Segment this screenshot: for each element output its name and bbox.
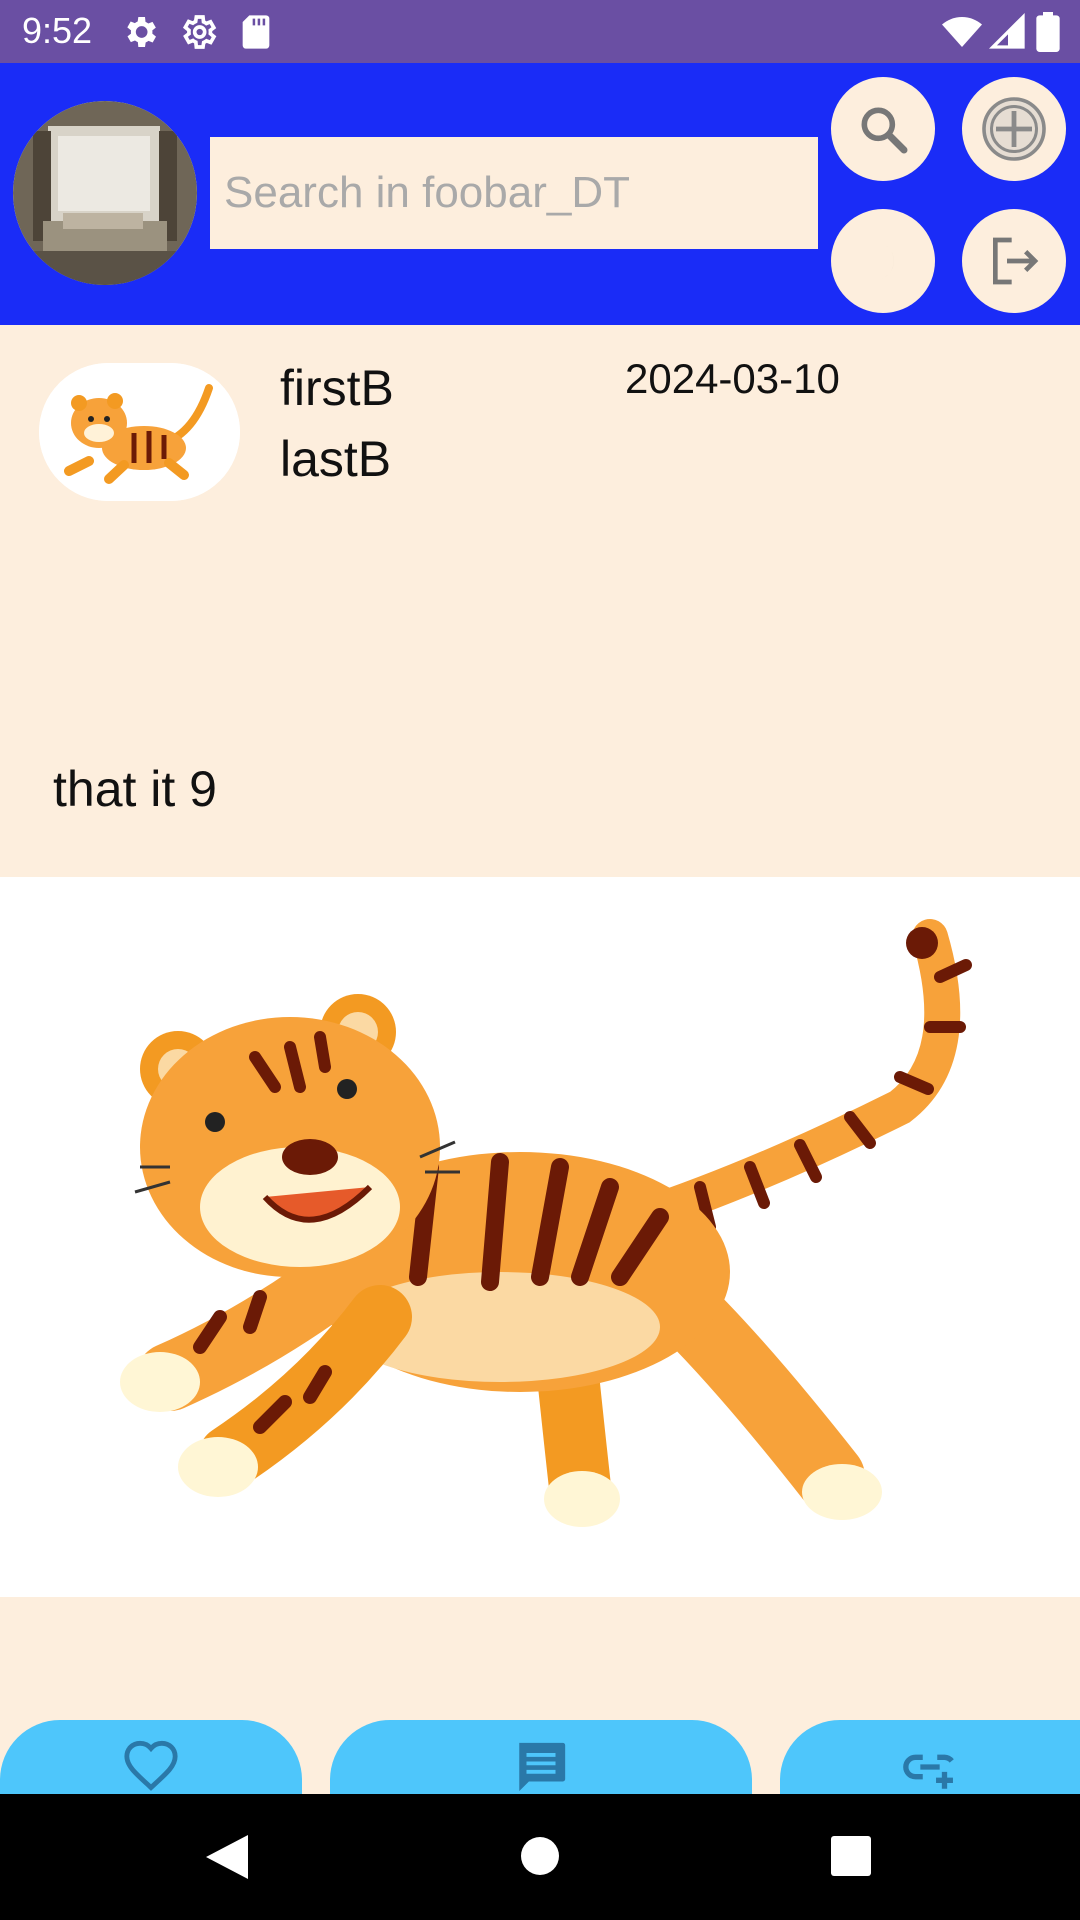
post-image[interactable]	[0, 877, 1080, 1597]
battery-icon	[1036, 12, 1060, 52]
dark-mode-moon-icon	[874, 241, 894, 281]
comment-icon	[519, 1742, 566, 1792]
cell-signal-icon	[988, 12, 1025, 49]
app-bar	[0, 63, 1080, 325]
search-icon	[861, 107, 908, 154]
search-input[interactable]	[210, 137, 818, 249]
running-tiger-illustration	[120, 919, 972, 1527]
system-nav-bar	[0, 1794, 1080, 1920]
sd-card-icon	[242, 15, 270, 49]
share-link-button[interactable]	[780, 1720, 1080, 1794]
post-text: that it 9	[53, 761, 217, 817]
room-photo-avatar	[13, 101, 197, 285]
post-actions	[0, 1597, 1080, 1794]
comment-button[interactable]	[330, 1720, 752, 1794]
like-button[interactable]	[0, 1720, 302, 1794]
back-triangle-icon[interactable]	[204, 1833, 250, 1881]
settings-gear-icon	[127, 17, 156, 47]
theme-toggle-button[interactable]	[831, 209, 935, 313]
logout-button[interactable]	[962, 209, 1066, 313]
add-button[interactable]	[962, 77, 1066, 181]
home-circle-icon[interactable]	[520, 1836, 560, 1876]
settings-gear-outline-icon	[182, 15, 217, 49]
add-circle-icon	[982, 97, 1046, 161]
author-last-name: lastB	[280, 431, 392, 487]
heart-outline-icon	[124, 1740, 178, 1791]
author-avatar[interactable]	[39, 363, 240, 501]
user-avatar[interactable]	[13, 101, 197, 285]
author-first-name: firstB	[280, 360, 394, 416]
status-time: 9:52	[22, 10, 93, 51]
recents-square-icon[interactable]	[831, 1836, 871, 1876]
status-bar: 9:52	[0, 0, 1080, 63]
logout-icon	[993, 237, 1039, 285]
post-card: firstB lastB 2024-03-10 that it 9	[0, 325, 1080, 877]
add-link-icon	[903, 1754, 954, 1789]
post-date: 2024-03-10	[625, 355, 840, 402]
search-button[interactable]	[831, 77, 935, 181]
tiger-avatar	[39, 363, 240, 501]
wifi-icon	[942, 17, 982, 47]
